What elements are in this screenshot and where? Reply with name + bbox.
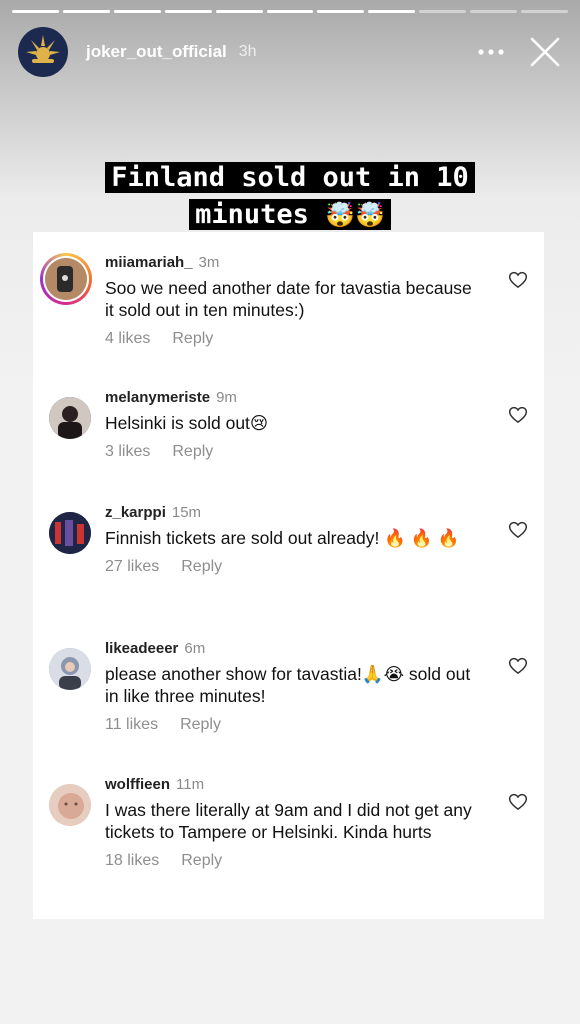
headline-line-2: minutes: [195, 198, 309, 230]
headline-line-2-wrap: minutes 🤯🤯: [189, 198, 391, 230]
progress-segment: [12, 10, 59, 13]
avatar[interactable]: [49, 784, 91, 826]
comment-username[interactable]: likeadeeer: [105, 640, 178, 657]
likes-count[interactable]: 27 likes: [105, 558, 159, 575]
comments-screenshot-card: miiamariah_ 3m Soo we need another date f…: [33, 232, 544, 919]
comment-text: please another show for tavastia!🙏😭 sold…: [105, 664, 471, 706]
story-headline: Finland sold out in 10 minutes 🤯🤯: [0, 160, 580, 233]
comment-body: miiamariah_ 3m Soo we need another date f…: [105, 254, 475, 348]
comment-time: 9m: [216, 389, 237, 406]
comment-time: 15m: [171, 504, 202, 521]
comment-body: wolffieen 11m I was there literally at 9a…: [105, 776, 475, 870]
heart-icon[interactable]: [508, 405, 528, 425]
comment-username[interactable]: wolffieen: [105, 776, 170, 793]
comment-username[interactable]: melanymeriste: [105, 389, 210, 406]
headline-line-1: Finland sold out in 10: [105, 162, 475, 193]
progress-segment: [215, 10, 263, 13]
story-timestamp: 3h: [238, 43, 257, 60]
comment-text: Finnish tickets are sold out already! 🔥 …: [105, 528, 460, 548]
progress-segment: [419, 10, 467, 13]
reply-button[interactable]: Reply: [172, 330, 213, 347]
story-header: joker_out_official 3h: [18, 26, 562, 78]
likes-count[interactable]: 4 likes: [105, 330, 150, 347]
comment-username[interactable]: z_karppi: [105, 504, 166, 521]
likes-count[interactable]: 3 likes: [105, 443, 150, 460]
avatar[interactable]: [45, 258, 87, 300]
mind-blown-emoji: 🤯🤯: [325, 200, 385, 229]
profile-avatar[interactable]: [18, 27, 68, 77]
comment-time: 11m: [176, 776, 205, 793]
avatar[interactable]: [49, 512, 91, 554]
reply-button[interactable]: Reply: [181, 558, 222, 575]
heart-icon[interactable]: [508, 270, 528, 290]
close-icon[interactable]: [528, 35, 562, 69]
sun-logo-icon: [26, 35, 60, 63]
likes-count[interactable]: 11 likes: [105, 716, 158, 733]
more-options-icon[interactable]: [476, 40, 506, 64]
progress-segment: [317, 10, 365, 13]
reply-button[interactable]: Reply: [180, 716, 221, 733]
story-username[interactable]: joker_out_official: [86, 42, 227, 62]
comment-time: 6m: [184, 640, 206, 657]
reply-button[interactable]: Reply: [172, 443, 213, 460]
comment-body: melanymeriste 9m Helsinki is sold out😢 3 …: [105, 389, 475, 461]
comment-text: Soo we need another date for tavastia be…: [105, 278, 472, 320]
story-progress-bar: [12, 10, 568, 13]
heart-icon[interactable]: [508, 656, 528, 676]
progress-segment: [470, 10, 518, 13]
avatar[interactable]: [49, 397, 91, 439]
progress-segment: [368, 10, 416, 13]
progress-segment: [521, 10, 568, 13]
progress-segment: [113, 10, 161, 13]
progress-segment: [266, 10, 314, 13]
comment-text: Helsinki is sold out😢: [105, 413, 269, 433]
comment-body: z_karppi 15m Finnish tickets are sold out…: [105, 504, 475, 576]
likes-count[interactable]: 18 likes: [105, 852, 159, 869]
progress-segment: [62, 10, 110, 13]
comment-username[interactable]: miiamariah_: [105, 254, 193, 271]
comment-time: 3m: [198, 254, 220, 271]
avatar[interactable]: [49, 648, 91, 690]
heart-icon[interactable]: [508, 520, 528, 540]
comment-body: likeadeeer 6m please another show for tav…: [105, 640, 475, 734]
comment-text: I was there literally at 9am and I did n…: [105, 800, 472, 842]
reply-button[interactable]: Reply: [181, 852, 222, 869]
progress-segment: [164, 10, 212, 13]
heart-icon[interactable]: [508, 792, 528, 812]
